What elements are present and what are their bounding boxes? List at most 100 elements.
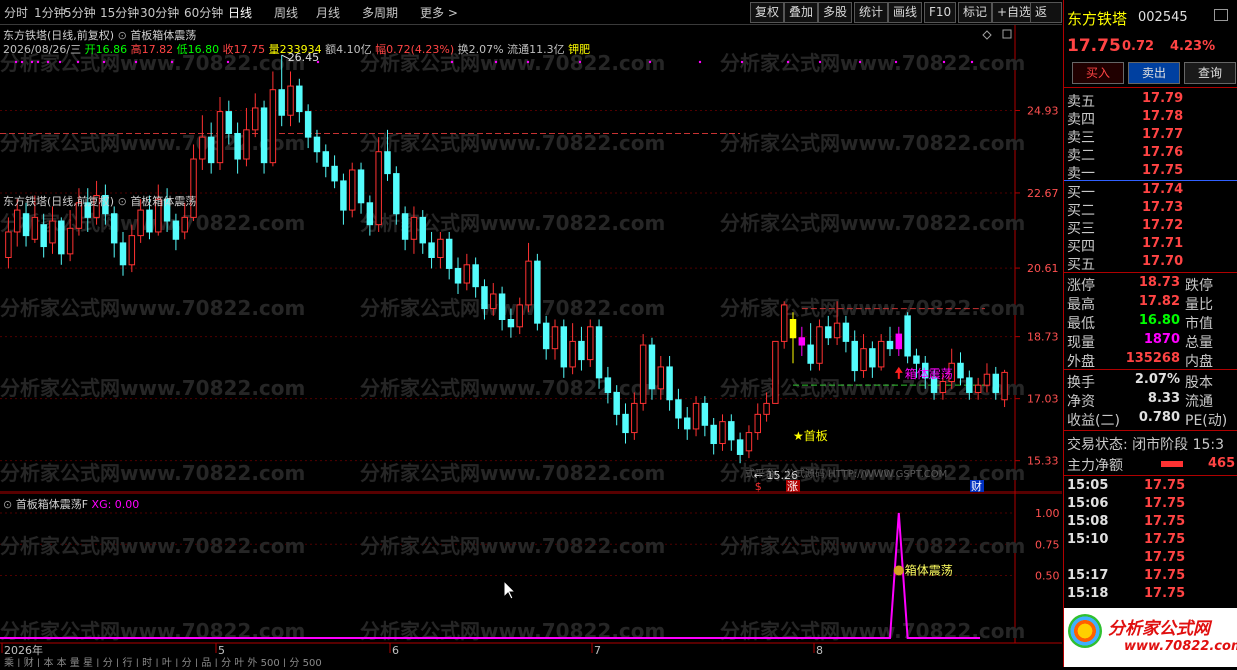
candle-body (243, 129, 250, 160)
candle-body (234, 132, 241, 160)
stat-label-2: 跌停 (1185, 278, 1213, 294)
ask-row: 卖三 17.77 (1064, 127, 1237, 146)
stat2-value: 8.33 (1147, 391, 1180, 406)
period-tab-3[interactable]: 15分钟 (100, 4, 139, 21)
price-tick-label: 22.67 (1027, 187, 1059, 200)
period-tab-9[interactable]: 多周期 (362, 4, 398, 21)
marker-dot (698, 60, 702, 64)
sell-button[interactable]: 卖出 (1128, 62, 1180, 84)
marker-dot (36, 60, 40, 64)
candle-body (974, 384, 982, 393)
candle-body (666, 366, 673, 401)
watermark-text: 分析家公式网www.70822.com (0, 376, 305, 400)
marker-dot (46, 60, 50, 64)
watermark-text: 分析家公式网www.70822.com (360, 619, 665, 643)
toolbar-btn-1[interactable]: 叠加 (784, 2, 819, 23)
indicator-dropdown-icon[interactable]: ⊙ (118, 195, 127, 208)
float-cap-value: 流通11.3亿 (507, 43, 565, 56)
candle-body (622, 413, 629, 434)
marker-dot (786, 60, 790, 64)
candle-body (454, 267, 462, 284)
kline-chart[interactable]: 24.93 22.67 20.61 18.73 17.03 15.33 分析家公式网www.… (0, 25, 1062, 493)
dollar-badge: $ (755, 480, 762, 493)
tick-row: 15:05 17.75 (1064, 478, 1237, 496)
toolbar-btn-8[interactable]: 返回 (1030, 2, 1062, 38)
sub-tick-label: 1.00 (1035, 507, 1060, 520)
indicator-subchart[interactable]: 1.00 0.75 0.50 分析家公式网www.70822.com 分析家公式网www… (0, 492, 1062, 669)
sub-dropdown-icon[interactable]: ⊙ (3, 498, 12, 511)
period-tab-0[interactable]: 分时 (4, 4, 28, 21)
watermark-text: 分析家公式网www.70822.com (0, 619, 305, 643)
period-tab-6[interactable]: 日线 (228, 4, 252, 21)
toolbar-btn-3[interactable]: 统计 (854, 2, 889, 23)
stat-label: 最高 (1067, 297, 1095, 313)
buy-button[interactable]: 买入 (1072, 62, 1124, 84)
stat-label: 外盘 (1067, 354, 1095, 370)
marker-dot (134, 60, 138, 64)
candle-body (304, 111, 312, 138)
tick-price: 17.75 (1144, 514, 1186, 529)
candle-body (5, 231, 12, 258)
tick-price: 17.75 (1144, 478, 1186, 493)
candle-body (49, 220, 56, 244)
tick-price: 17.75 (1144, 586, 1186, 601)
tick-price: 17.75 (1144, 496, 1186, 511)
candle-body (613, 391, 620, 415)
candle-body (393, 173, 400, 215)
candle-body (207, 136, 215, 164)
watermark-text: 分析家公式网www.70822.com (360, 534, 665, 558)
period-tab-8[interactable]: 月线 (316, 4, 340, 21)
period-tab-1[interactable]: 1分钟 (34, 4, 66, 21)
candle-body (604, 377, 612, 393)
toolbar-btn-0[interactable]: 复权 (750, 2, 785, 23)
tick-row: 17.75 (1064, 550, 1237, 568)
marker-dot (20, 60, 24, 64)
period-tab-4[interactable]: 30分钟 (140, 4, 179, 21)
candle-body (595, 326, 603, 379)
ask-row: 卖五 17.79 (1064, 91, 1237, 110)
watermark-text: 分析家公式网www.70822.com (360, 296, 665, 320)
bid-price: 17.72 (1142, 218, 1184, 233)
candle-body (384, 151, 391, 175)
period-tab-7[interactable]: 周线 (274, 4, 298, 21)
bid-price: 17.74 (1142, 182, 1184, 197)
candle-body (763, 402, 770, 415)
candle-body (216, 111, 224, 164)
period-tab-2[interactable]: 5分钟 (64, 4, 96, 21)
candle-body (137, 209, 144, 237)
candle-body (22, 213, 30, 237)
candle-body (313, 136, 321, 153)
marker-dot (102, 60, 106, 64)
period-tab-10[interactable]: 更多 > (420, 4, 458, 21)
logo-flower-icon (1068, 614, 1102, 648)
price-tick-label: 18.73 (1027, 331, 1059, 344)
ohlc-line: 2026/08/26/三 开16.86 高17.82 低16.80 收17.75… (3, 41, 590, 57)
candle-body (181, 216, 188, 233)
stat2-row: 换手 2.07% 股本 (1064, 372, 1237, 391)
candle-body (252, 107, 259, 131)
candle-body (816, 326, 823, 364)
candle-body (772, 340, 779, 404)
stat-row: 现量 1870 总量 (1064, 332, 1237, 351)
stat-value: 17.82 (1138, 294, 1180, 309)
high-label: 高 (130, 43, 142, 56)
candle-body (648, 344, 656, 390)
period-tab-5[interactable]: 60分钟 (184, 4, 223, 21)
stat2-label-2: 流通 (1185, 394, 1213, 410)
sub-tick-label: 0.50 (1035, 570, 1060, 583)
toolbar-btn-5[interactable]: F10 (924, 2, 957, 23)
tick-time: 15:17 (1067, 568, 1109, 583)
options-icon[interactable] (1214, 9, 1228, 21)
toolbar-btn-4[interactable]: 画线 (888, 2, 923, 23)
tick-time: 15:18 (1067, 586, 1109, 601)
toolbar-btn-2[interactable]: 多股 (818, 2, 853, 23)
candle-body (428, 242, 435, 258)
bid-row: 买三 17.72 (1064, 218, 1237, 237)
query-button[interactable]: 查询 (1184, 62, 1236, 84)
ask-row: 卖二 17.76 (1064, 145, 1237, 164)
marker-dot (226, 60, 230, 64)
toolbar-btn-6[interactable]: 标记 (958, 2, 993, 23)
bid-label: 买四 (1067, 239, 1095, 255)
candle-body (719, 421, 726, 445)
candle-body (490, 293, 497, 310)
